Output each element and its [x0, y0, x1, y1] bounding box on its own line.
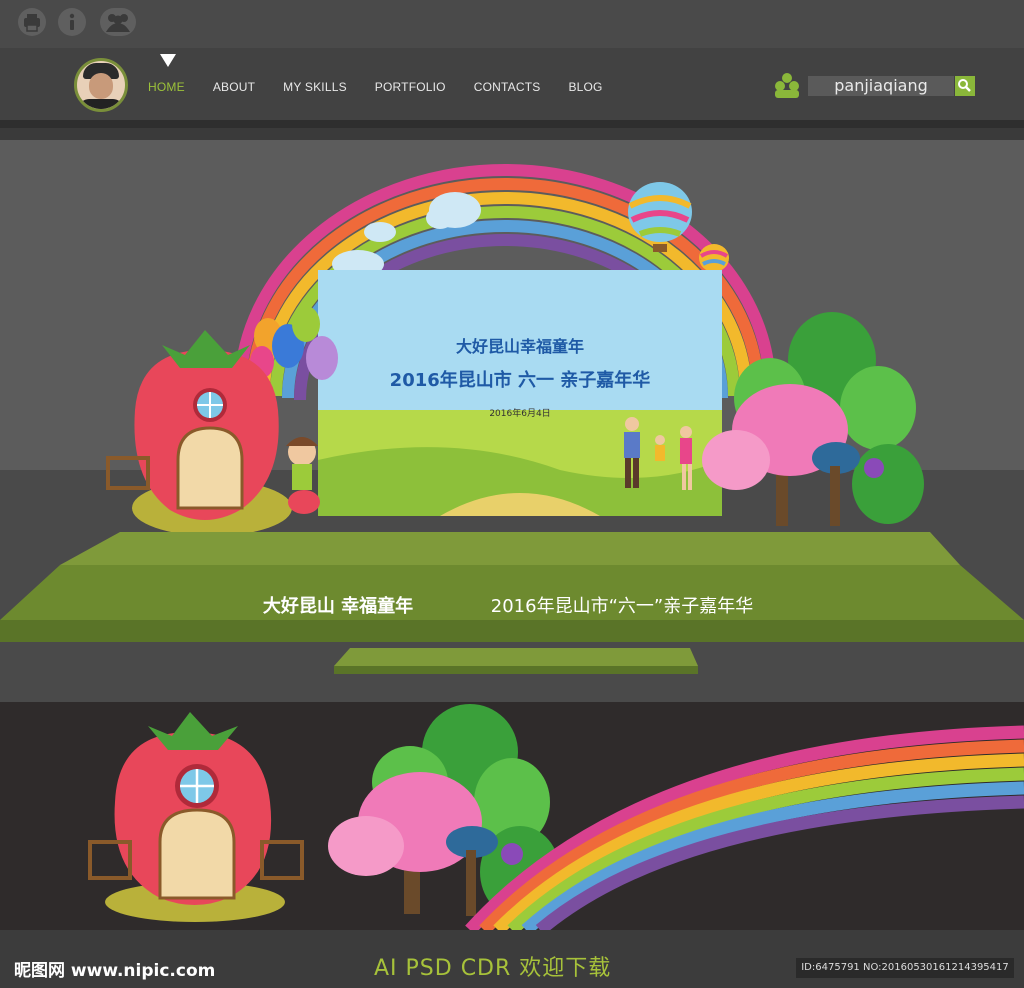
- printer-icon[interactable]: [18, 8, 46, 36]
- site-logo[interactable]: 昵图网 www.nipic.com: [14, 956, 215, 981]
- rainbow-ribbon: [465, 725, 1024, 935]
- nav-my-skills[interactable]: MY SKILLS: [283, 80, 347, 94]
- stage-banner-right: 2016年昆山市“六一”亲子嘉年华: [491, 596, 753, 617]
- nav-contacts[interactable]: CONTACTS: [474, 80, 541, 94]
- users-icon[interactable]: [100, 8, 136, 36]
- avatar[interactable]: [74, 58, 128, 112]
- main-navigation: HOME ABOUT MY SKILLS PORTFOLIO CONTACTS …: [0, 48, 1024, 128]
- nav-home[interactable]: HOME: [148, 80, 185, 94]
- stage-render: 大好昆山幸福童年 2016年昆山市 六一 亲子嘉年华 2016年6月4日 大好昆…: [0, 140, 1024, 702]
- search-button[interactable]: [955, 76, 975, 96]
- info-icon[interactable]: [58, 8, 86, 36]
- search-icon: [958, 79, 971, 92]
- download-formats: AI PSD CDR 欢迎下载: [374, 956, 612, 981]
- nav-links: HOME ABOUT MY SKILLS PORTFOLIO CONTACTS …: [148, 80, 631, 94]
- user-group-icon[interactable]: [772, 72, 802, 98]
- backdrop-title: 大好昆山幸福童年: [456, 337, 584, 356]
- nav-portfolio[interactable]: PORTFOLIO: [375, 80, 446, 94]
- backdrop-screen: 大好昆山幸福童年 2016年昆山市 六一 亲子嘉年华 2016年6月4日: [318, 270, 722, 516]
- backdrop-date: 2016年6月4日: [489, 407, 550, 419]
- element-showcase: [0, 702, 1024, 935]
- nav-about[interactable]: ABOUT: [213, 80, 255, 94]
- top-utility-bar: [0, 0, 1024, 48]
- username-field[interactable]: panjiaqiang: [808, 76, 954, 96]
- image-id-label: ID:6475791 NO:20160530161214395417: [796, 958, 1014, 978]
- footer: 昵图网 www.nipic.com AI PSD CDR 欢迎下载 ID:647…: [0, 930, 1024, 988]
- backdrop-subtitle: 2016年昆山市 六一 亲子嘉年华: [390, 369, 651, 391]
- nav-blog[interactable]: BLOG: [568, 80, 602, 94]
- active-indicator-icon: [160, 54, 176, 67]
- stage-banner-left: 大好昆山 幸福童年: [263, 595, 413, 617]
- strawberry-house-large: [88, 712, 304, 922]
